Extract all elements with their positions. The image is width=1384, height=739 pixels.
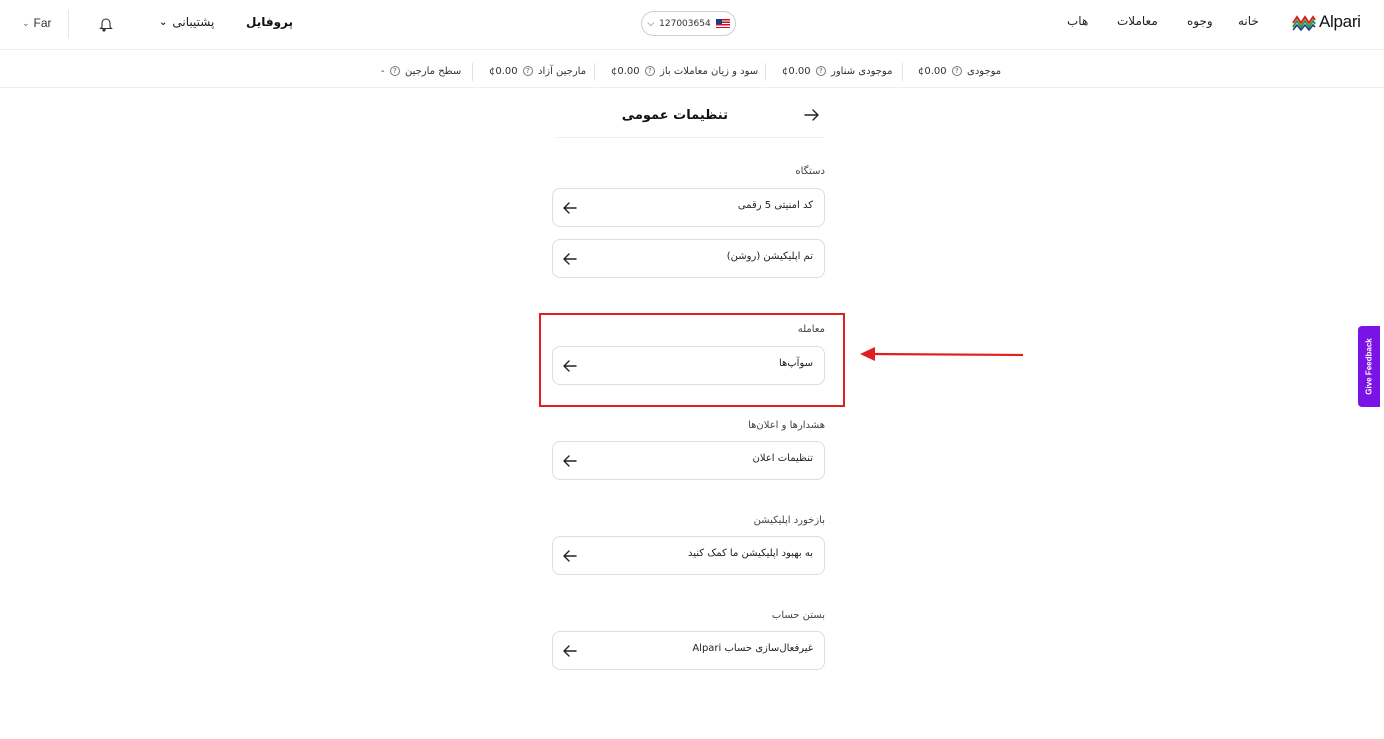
- support-menu[interactable]: ⌄ پشتیبانی: [159, 15, 214, 29]
- page-header: تنظیمات عمومی: [556, 100, 824, 138]
- settings-item-security-code[interactable]: کد امنیتی 5 رقمی: [552, 188, 825, 227]
- settings-item-label: تم اپلیکیشن (روشن): [726, 251, 813, 262]
- nav-funds[interactable]: وجوه: [1187, 14, 1213, 28]
- support-label: پشتیبانی: [172, 15, 215, 29]
- nav-trades[interactable]: معاملات: [1117, 14, 1158, 28]
- us-flag-icon: [715, 19, 730, 28]
- stat-floating-balance: موجودی شناور ? ¢0.00: [782, 66, 893, 77]
- language-selector[interactable]: ⌄ Far: [22, 16, 52, 30]
- brand-name: Alpari: [1319, 12, 1361, 31]
- account-selector[interactable]: ⌵ 127003654: [641, 11, 736, 36]
- settings-item-improve-app[interactable]: به بهبود اپلیکیشن ما کمک کنید: [552, 536, 825, 575]
- info-icon[interactable]: ?: [644, 66, 655, 76]
- arrow-right-icon[interactable]: [804, 108, 820, 122]
- chevron-down-icon: ⌄: [159, 16, 168, 28]
- account-stats-bar: موجودی ? ¢0.00 موجودی شناور ? ¢0.00 سود …: [0, 55, 1384, 88]
- page-title: تنظیمات عمومی: [621, 108, 728, 123]
- alpari-logo-icon: [1292, 15, 1316, 31]
- settings-item-label: کد امنیتی 5 رقمی: [737, 200, 813, 211]
- arrow-left-icon: [563, 202, 577, 214]
- notification-bell-icon[interactable]: [99, 16, 113, 32]
- annotation-highlight-box: [539, 313, 845, 407]
- annotation-arrow-icon: [860, 347, 1024, 361]
- stat-margin-level: سطح مارجین ? -: [381, 66, 462, 77]
- stat-separator: [594, 63, 595, 81]
- stat-open-pnl: سود و زیان معاملات باز ? ¢0.00: [611, 66, 759, 77]
- language-label: Far: [33, 16, 52, 30]
- stat-separator: [472, 63, 473, 81]
- arrow-left-icon: [563, 455, 577, 467]
- settings-item-deactivate-account[interactable]: غیرفعال‌سازی حساب Alpari: [552, 631, 825, 670]
- stat-separator: [765, 63, 766, 81]
- stat-balance: موجودی ? ¢0.00: [918, 66, 1002, 77]
- settings-item-label: غیرفعال‌سازی حساب Alpari: [692, 643, 813, 654]
- section-label-alerts: هشدارها و اعلان‌ها: [748, 420, 825, 431]
- arrow-left-icon: [563, 253, 577, 265]
- chevron-down-icon: ⌄: [22, 17, 30, 28]
- top-navigation: Alpari خانه وجوه معاملات هاب ⌵ 127003654…: [0, 0, 1384, 50]
- give-feedback-tab[interactable]: Give Feedback: [1358, 326, 1380, 407]
- give-feedback-label: Give Feedback: [1364, 338, 1374, 395]
- info-icon[interactable]: ?: [951, 66, 962, 76]
- arrow-left-icon: [563, 645, 577, 657]
- stat-separator: [902, 63, 903, 81]
- nav-home[interactable]: خانه: [1238, 14, 1259, 28]
- info-icon[interactable]: ?: [815, 66, 826, 76]
- section-label-close-account: بستن حساب: [771, 610, 825, 621]
- stat-free-margin: مارجین آزاد ? ¢0.00: [489, 66, 587, 77]
- account-number: 127003654: [659, 18, 711, 29]
- alpari-logo[interactable]: Alpari: [1292, 12, 1361, 32]
- settings-item-label: به بهبود اپلیکیشن ما کمک کنید: [688, 548, 813, 559]
- section-label-device: دستگاه: [795, 166, 825, 177]
- settings-item-notification-settings[interactable]: تنظیمات اعلان: [552, 441, 825, 480]
- header-divider: [68, 10, 69, 38]
- info-icon[interactable]: ?: [389, 66, 400, 76]
- nav-hub[interactable]: هاب: [1067, 14, 1088, 28]
- chevron-down-icon: ⌵: [647, 18, 655, 29]
- section-label-app-feedback: بازخورد اپلیکیشن: [753, 515, 825, 526]
- profile-link[interactable]: پروفایل: [246, 15, 293, 29]
- settings-item-label: تنظیمات اعلان: [752, 453, 814, 464]
- settings-item-app-theme[interactable]: تم اپلیکیشن (روشن): [552, 239, 825, 278]
- arrow-left-icon: [563, 550, 577, 562]
- info-icon[interactable]: ?: [522, 66, 533, 76]
